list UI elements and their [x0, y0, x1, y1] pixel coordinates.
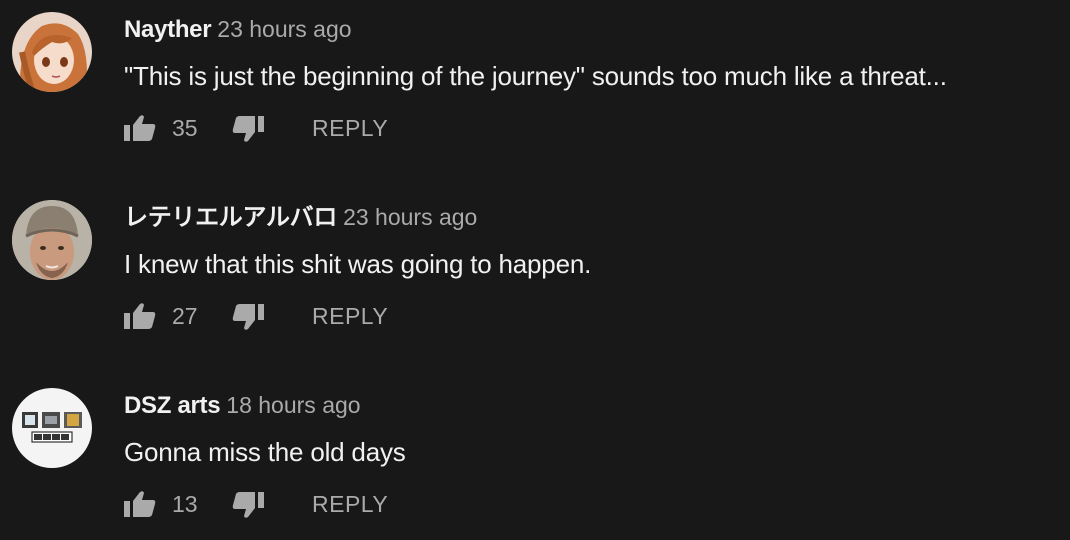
like-button[interactable]: [124, 490, 156, 518]
like-count: 27: [172, 303, 198, 329]
comment-actions: 13 REPLY: [124, 484, 424, 524]
thumbs-down-icon: [232, 304, 264, 330]
comment-time[interactable]: 23 hours ago: [217, 16, 351, 42]
like-count: 13: [172, 491, 198, 517]
author-name[interactable]: レテリエルアルバロ: [124, 204, 337, 231]
comment-text: "This is just the beginning of the journ…: [124, 61, 947, 91]
thumbs-up-icon: [124, 303, 156, 329]
reply-button[interactable]: REPLY: [312, 490, 388, 518]
author-name[interactable]: Nayther: [124, 16, 212, 43]
man-in-beanie-avatar-icon: [12, 200, 92, 280]
dislike-button[interactable]: [232, 304, 264, 332]
comment-actions: 27 REPLY: [124, 296, 424, 336]
dislike-button[interactable]: [232, 116, 264, 144]
comment-header: レテリエルアルバロ 23 hours ago: [124, 202, 477, 232]
like-button[interactable]: [124, 302, 156, 330]
comment-header: Nayther 23 hours ago: [124, 14, 352, 44]
comment-actions: 35 REPLY: [124, 108, 424, 148]
comment-text: Gonna miss the old days: [124, 437, 406, 467]
avatar[interactable]: [12, 388, 92, 468]
comment-text: I knew that this shit was going to happe…: [124, 249, 592, 279]
like-button[interactable]: [124, 114, 156, 142]
comment-thread: レテリエルアルバロ 23 hours ago I knew that this s…: [0, 188, 1070, 376]
reply-button[interactable]: REPLY: [312, 114, 388, 142]
anime-girl-avatar-icon: [12, 12, 92, 92]
comment-header: DSZ arts 18 hours ago: [124, 390, 361, 420]
reply-button[interactable]: REPLY: [312, 302, 388, 330]
avatar[interactable]: [12, 12, 92, 92]
thumbs-down-icon: [232, 492, 264, 518]
thumbs-down-icon: [232, 116, 264, 142]
author-name[interactable]: DSZ arts: [124, 392, 221, 419]
comment-thread: DSZ arts 18 hours ago Gonna miss the old …: [0, 376, 1070, 540]
comment-thread: Nayther 23 hours ago "This is just the be…: [0, 0, 1070, 188]
dsz-arts-logo-avatar-icon: [12, 388, 92, 468]
avatar[interactable]: [12, 200, 92, 280]
like-count: 35: [172, 115, 198, 141]
comment-time[interactable]: 18 hours ago: [226, 392, 360, 418]
thumbs-up-icon: [124, 491, 156, 517]
comment-time[interactable]: 23 hours ago: [343, 204, 477, 230]
dislike-button[interactable]: [232, 492, 264, 520]
thumbs-up-icon: [124, 115, 156, 141]
